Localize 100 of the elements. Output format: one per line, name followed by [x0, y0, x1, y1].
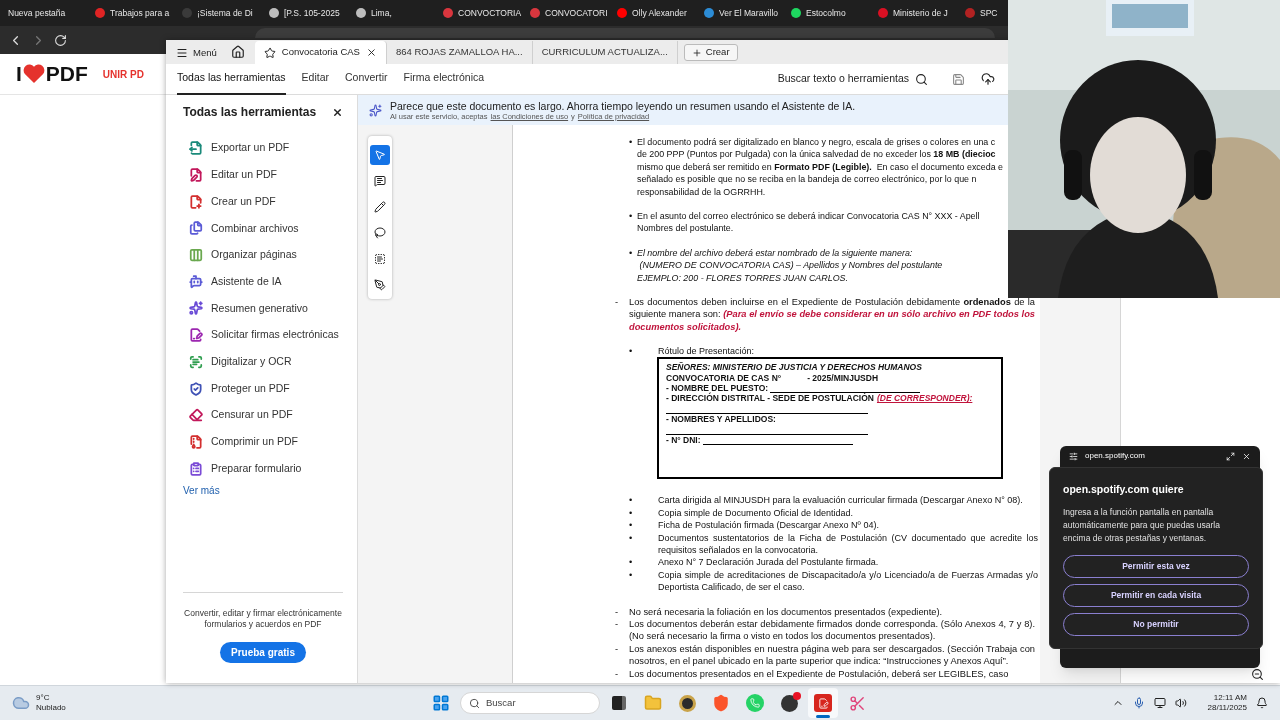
browser-tab[interactable]: CONVOCTORIA — [441, 2, 524, 24]
browser-tab[interactable]: SPC — [963, 2, 1000, 24]
document-tab[interactable]: Convocatoria CAS — [254, 41, 387, 64]
document-tab[interactable]: 864 ROJAS ZAMALLOA HA... — [386, 41, 533, 64]
promo-text: Convertir, editar y firmar electrónicamente formularios y acuerdos en PDF — [183, 608, 343, 629]
browser-tab[interactable]: ¡Sistema de Di — [180, 2, 263, 24]
browser-tab[interactable]: CONVOCATORI — [528, 2, 611, 24]
document-text: Carta dirigida al MINJUSDH para la evaluación curricular firmada (Descargar Anexo N° 08). — [658, 494, 1024, 507]
star-icon[interactable] — [263, 46, 276, 59]
close-icon[interactable] — [1242, 451, 1251, 461]
shield-icon[interactable] — [712, 694, 730, 712]
home-icon[interactable] — [230, 45, 245, 59]
bullet-marker: • — [629, 531, 634, 545]
close-icon[interactable] — [332, 106, 343, 118]
bullet-marker: • — [629, 506, 634, 520]
tool-item[interactable]: Combinar archivos — [183, 215, 343, 242]
reload-icon[interactable] — [54, 33, 67, 47]
tool-item[interactable]: Asistente de IA — [183, 268, 343, 296]
document-text: responsabilidad de la OGRRHH. — [637, 185, 767, 198]
pdf-app-icon[interactable] — [814, 694, 832, 712]
expand-icon[interactable] — [1226, 451, 1235, 461]
close-icon[interactable] — [365, 47, 377, 58]
search-label[interactable]: Buscar texto o herramientas — [777, 71, 909, 87]
form-label: - NOMBRES Y APELLIDOS: — [666, 413, 776, 425]
text-select-icon — [374, 253, 386, 265]
browser-tab[interactable]: Nueva pestaña — [6, 2, 89, 24]
document-text: En el asunto del correo electrónico se deberá indicar Convocatoria CAS N° XXX - Apell — [637, 209, 981, 223]
document-text: Los documentos presentados en el Expediente de Postulación, deberá ser LEGIBLES, caso — [629, 667, 1010, 680]
document-tab[interactable]: CURRICULUM ACTUALIZA... — [532, 41, 678, 64]
form-label: - DIRECCIÓN DISTRITAL - SEDE DE POSTULACIÓN — [666, 393, 874, 404]
browser-tab[interactable]: Olly Alexander — [615, 2, 698, 24]
tool-item[interactable]: Proteger un PDF — [183, 375, 343, 402]
search-field[interactable]: Buscar — [460, 692, 600, 714]
form-label: (DE CORRESPONDER): — [876, 393, 973, 404]
browser-tab[interactable]: Ver El Maravillo — [702, 2, 785, 24]
volume-icon[interactable] — [1174, 697, 1187, 709]
tool-item[interactable]: Exportar un PDF — [183, 135, 343, 162]
browser-tab[interactable]: Ministerio de J — [876, 2, 959, 24]
sparkles-icon — [369, 103, 382, 117]
active-indicator — [816, 715, 830, 718]
bullet-marker: • — [629, 209, 634, 223]
form-label: - N° DNI: — [666, 434, 701, 445]
tool-item[interactable]: Solicitar firmas electrónicas — [183, 321, 343, 349]
toolbar-tab[interactable]: Todas las herramientas — [177, 63, 286, 95]
document-text: Documentos sustentatorios de la Ficha de Postulación (CV documentado que acredite los — [658, 531, 1038, 545]
trial-button[interactable]: Prueba gratis — [220, 642, 306, 663]
save-icon[interactable] — [952, 72, 965, 86]
tool-item[interactable]: Preparar formulario — [183, 455, 343, 482]
document-text: El nombre del archivo deberá estar nombrado de la siguiente manera: — [637, 246, 914, 260]
tool-item[interactable]: Crear un PDF — [183, 188, 343, 216]
toolbar-tab[interactable]: Firma electrónica — [403, 63, 485, 95]
record-icon[interactable] — [780, 694, 798, 712]
pen-icon — [374, 279, 386, 291]
document-text: Ficha de Postulación firmada (Descargar Anexo Nº 04). — [658, 519, 880, 532]
upload-icon[interactable] — [981, 72, 995, 86]
clock-date: 28/11/2025 — [1207, 703, 1247, 713]
dialog-title: open.spotify.com quiere — [1063, 482, 1185, 497]
more-link[interactable]: Ver más — [183, 482, 343, 498]
logo-text: PDF — [45, 61, 88, 88]
microphone-icon[interactable] — [1132, 697, 1145, 709]
create-button[interactable]: Crear — [683, 44, 738, 61]
dash-marker: - — [615, 618, 620, 631]
scissors-icon[interactable] — [848, 694, 866, 712]
banner-message: Parece que este documento es largo. Ahorra tiempo leyendo un resumen usando el Asistente de IA. — [390, 99, 856, 112]
menu-button[interactable]: Menú — [172, 42, 221, 64]
document-text: Los documentos deberán estar debidamente firmados donde corresponda. (Sólo Anexos 4, 7 y 8). — [629, 618, 1035, 631]
browser-tab[interactable]: Lima, — [354, 2, 437, 24]
browser-tab[interactable]: [P.S. 105-2025 — [267, 2, 350, 24]
document-text: Anexo N° 7 Declaración Jurada del Postulante firmada. — [658, 556, 880, 569]
document-text: Deportista Calificado, de ser el caso. — [658, 581, 806, 594]
bullet-marker: • — [629, 136, 634, 149]
heart-icon — [22, 64, 45, 84]
notification-icon[interactable] — [1256, 697, 1268, 709]
task-view-icon[interactable] — [612, 696, 626, 710]
lasso-icon — [374, 227, 386, 239]
browser-tab[interactable]: Estocolmo — [789, 2, 872, 24]
bullet-marker: • — [629, 246, 634, 260]
sidebar-title: Todas las herramientas — [183, 104, 317, 121]
comment-icon — [374, 175, 386, 187]
nav-link[interactable]: UNIR PD — [102, 66, 144, 82]
tool-item[interactable]: Resumen generativo — [183, 295, 343, 322]
tool-item[interactable]: Organizar páginas — [183, 241, 343, 269]
toolbar-tab[interactable]: Convertir — [345, 63, 388, 95]
tool-item[interactable]: Comprimir un PDF — [183, 428, 343, 456]
document-text: Los anexos están disponibles en nuestra página web para ser descargados. (Sección Trabaja con — [629, 642, 1035, 656]
document-text: Nombres del postulante. — [637, 222, 735, 235]
settings-icon[interactable] — [1069, 451, 1078, 461]
toolbar-tab[interactable]: Editar — [301, 63, 329, 95]
dash-marker: - — [615, 667, 620, 680]
tool-item[interactable]: Digitalizar y OCR — [183, 348, 343, 376]
document-text: (NUMERO DE CONVOCATORIA CAS) – Apellidos y Nombres del postulante — [638, 259, 944, 272]
tool-item[interactable]: Editar un PDF — [183, 161, 343, 189]
search-icon[interactable] — [915, 72, 928, 86]
tool-item[interactable]: Censurar un PDF — [183, 401, 343, 429]
browser-tab[interactable]: Trabajos para a — [93, 2, 176, 24]
document-text: El documento podrá ser digitalizado en blanco y negro, escala de grises o colores en una c — [637, 136, 997, 149]
bullet-marker: • — [629, 345, 634, 358]
document-text: documentos solicitados). — [629, 320, 743, 334]
zoom-out-icon[interactable] — [1251, 668, 1264, 681]
start-icon[interactable] — [432, 694, 450, 712]
